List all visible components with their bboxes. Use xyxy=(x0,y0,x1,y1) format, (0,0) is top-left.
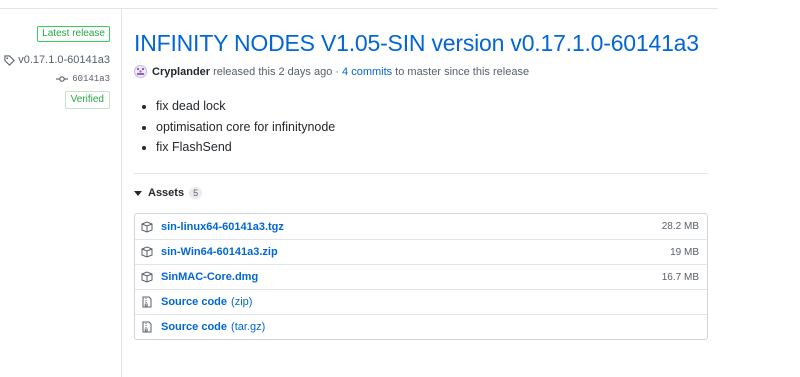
asset-download-link[interactable]: sin-Win64-60141a3.zip xyxy=(161,246,278,258)
sidebar-divider xyxy=(121,8,122,377)
release-title[interactable]: INFINITY NODES V1.05-SIN version v0.17.1… xyxy=(134,30,699,57)
asset-download-link[interactable]: sin-linux64-60141a3.tgz xyxy=(161,221,284,233)
file-zip-icon xyxy=(142,296,152,308)
assets-heading: Assets xyxy=(148,187,185,199)
asset-size: 16.7 MB xyxy=(661,271,699,283)
asset-size: 19 MB xyxy=(670,246,699,258)
caret-down-icon xyxy=(134,190,142,196)
avatar-pattern-icon xyxy=(137,68,144,75)
release-byline: Cryplander released this 2 days ago · 4 … xyxy=(134,65,529,78)
commit-sha: 60141a3 xyxy=(72,74,110,84)
release-note-item: fix dead lock xyxy=(156,96,335,117)
tag-icon xyxy=(4,54,16,66)
assets-divider xyxy=(134,173,708,174)
assets-toggle[interactable]: Assets 5 xyxy=(134,187,203,199)
asset-row[interactable]: sin-linux64-60141a3.tgz 28.2 MB xyxy=(135,214,707,239)
source-code-link[interactable]: Source code (tar.gz) xyxy=(161,321,265,333)
release-meta-sidebar: Latest release v0.17.1.0-60141a3 60141a3… xyxy=(0,0,122,377)
release-commit-link[interactable]: 60141a3 xyxy=(56,74,110,84)
asset-download-link[interactable]: SinMAC-Core.dmg xyxy=(161,271,258,283)
release-page: Latest release v0.17.1.0-60141a3 60141a3… xyxy=(0,0,800,377)
assets-count-badge: 5 xyxy=(189,187,203,199)
release-note-item: fix FlashSend xyxy=(156,137,335,158)
source-code-label: Source code xyxy=(161,321,228,333)
package-icon xyxy=(141,246,153,258)
asset-size: 28.2 MB xyxy=(661,221,699,232)
commits-since-link[interactable]: 4 commits xyxy=(342,66,392,78)
asset-row[interactable]: sin-Win64-60141a3.zip 19 MB xyxy=(135,239,707,264)
release-tag-label: v0.17.1.0-60141a3 xyxy=(18,54,110,66)
author-link[interactable]: Cryplander xyxy=(152,66,210,78)
source-code-link[interactable]: Source code (zip) xyxy=(161,296,252,308)
release-tag-link[interactable]: v0.17.1.0-60141a3 xyxy=(4,54,110,66)
asset-row[interactable]: Source code (tar.gz) xyxy=(135,314,707,339)
release-notes: fix dead lock optimisation core for infi… xyxy=(134,96,335,158)
byline-end-text: to master since this release xyxy=(395,65,530,78)
git-commit-icon xyxy=(56,76,69,82)
package-icon xyxy=(141,220,153,233)
byline-text: released this 2 days ago · xyxy=(213,65,340,78)
source-code-label: Source code xyxy=(161,296,228,308)
source-format: (zip) xyxy=(231,296,253,308)
file-zip-icon xyxy=(142,321,152,333)
verified-badge[interactable]: Verified xyxy=(64,91,110,109)
asset-row[interactable]: SinMAC-Core.dmg 16.7 MB xyxy=(135,264,707,289)
asset-list: sin-linux64-60141a3.tgz 28.2 MB sin-Win6… xyxy=(134,213,708,340)
avatar[interactable] xyxy=(134,65,147,78)
source-format: (tar.gz) xyxy=(231,321,266,333)
latest-release-badge: Latest release xyxy=(37,26,110,42)
asset-row[interactable]: Source code (zip) xyxy=(135,289,707,314)
package-icon xyxy=(141,271,153,283)
release-note-item: optimisation core for infinitynode xyxy=(156,117,335,138)
